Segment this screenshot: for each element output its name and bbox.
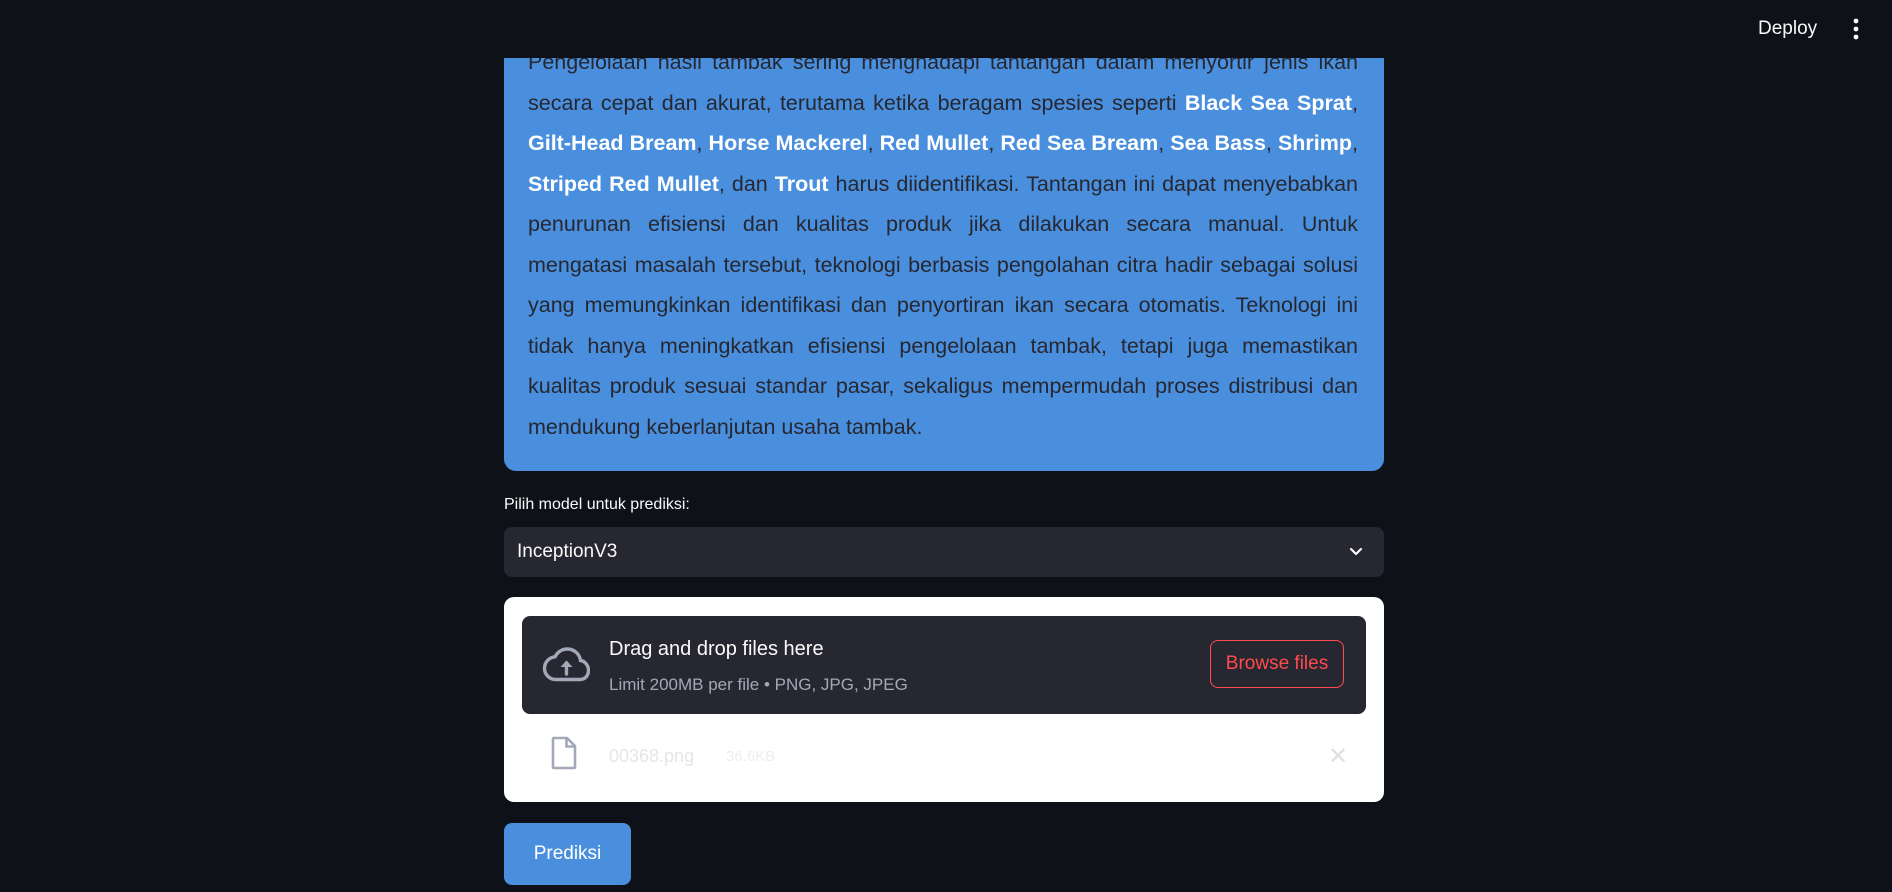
species-name: Black Sea Sprat bbox=[1184, 90, 1353, 115]
dropzone[interactable]: Drag and drop files here Limit 200MB per… bbox=[522, 616, 1366, 714]
species-name: Gilt-Head Bream bbox=[528, 131, 697, 155]
predict-button[interactable]: Prediksi bbox=[504, 823, 631, 885]
species-name: Red Mullet bbox=[879, 131, 989, 155]
intro-text-segment: , bbox=[988, 131, 1001, 155]
deploy-button[interactable]: Deploy bbox=[1752, 14, 1823, 44]
model-select-value: InceptionV3 bbox=[517, 541, 618, 562]
dropzone-limit: Limit 200MB per file • PNG, JPG, JPEG bbox=[609, 675, 908, 694]
model-select-label: Pilih model untuk prediksi: bbox=[504, 496, 690, 513]
species-name: Red Sea Bream bbox=[1000, 131, 1159, 155]
species-name: Shrimp bbox=[1277, 131, 1353, 155]
vertical-dots-icon bbox=[1853, 18, 1859, 40]
intro-text-segment: , bbox=[1352, 131, 1359, 155]
species-name: Trout bbox=[774, 171, 829, 196]
intro-text-segment: harus diidentifikasi. Tantangan ini dapa… bbox=[528, 171, 1359, 439]
chevron-down-icon bbox=[1349, 547, 1363, 556]
intro-text-segment: , bbox=[1265, 131, 1278, 155]
uploaded-file-name: 00368.png bbox=[609, 746, 695, 766]
app-header: Deploy bbox=[0, 0, 1892, 58]
close-icon[interactable]: ✕ bbox=[1328, 742, 1348, 772]
intro-text-segment: , bbox=[1158, 131, 1171, 155]
file-icon bbox=[551, 736, 577, 770]
model-select[interactable]: InceptionV3 bbox=[504, 527, 1384, 577]
browse-files-button[interactable]: Browse files bbox=[1210, 640, 1344, 688]
intro-paragraph: Pengelolaan hasil tambak sering menghada… bbox=[528, 42, 1358, 447]
uploaded-file-size: 36.6KB bbox=[726, 748, 776, 765]
file-uploader: Drag and drop files here Limit 200MB per… bbox=[504, 597, 1384, 802]
cloud-upload-icon bbox=[542, 647, 590, 682]
uploaded-file-row: 00368.png 36.6KB ✕ bbox=[522, 734, 1366, 784]
dropzone-title: Drag and drop files here bbox=[609, 638, 824, 660]
species-name: Sea Bass bbox=[1170, 131, 1266, 155]
intro-box: Pengelolaan hasil tambak sering menghada… bbox=[504, 0, 1384, 471]
intro-text-segment: , dan bbox=[718, 171, 775, 196]
species-name: Striped Red Mullet bbox=[528, 171, 719, 196]
intro-text-segment: , bbox=[696, 131, 709, 155]
intro-text-segment: , bbox=[867, 131, 880, 155]
intro-text-segment: , bbox=[1352, 90, 1358, 115]
species-name: Horse Mackerel bbox=[708, 131, 868, 155]
main-menu-button[interactable] bbox=[1843, 14, 1869, 44]
